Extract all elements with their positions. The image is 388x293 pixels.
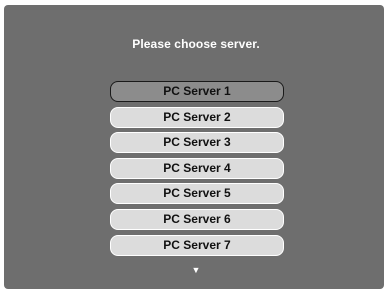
server-option-7[interactable]: PC Server 7 xyxy=(110,234,284,256)
server-option-4[interactable]: PC Server 4 xyxy=(110,157,284,179)
server-option-2[interactable]: PC Server 2 xyxy=(110,106,284,128)
server-selection-screen: Please choose server. PC Server 1 PC Ser… xyxy=(4,5,384,289)
server-option-5[interactable]: PC Server 5 xyxy=(110,183,284,205)
server-list: PC Server 1 PC Server 2 PC Server 3 PC S… xyxy=(110,81,284,260)
server-option-1[interactable]: PC Server 1 xyxy=(110,81,284,102)
server-option-3[interactable]: PC Server 3 xyxy=(110,132,284,154)
prompt-text: Please choose server. xyxy=(132,37,260,51)
scroll-down-arrow-icon[interactable]: ▼ xyxy=(4,265,388,275)
server-option-6[interactable]: PC Server 6 xyxy=(110,208,284,230)
